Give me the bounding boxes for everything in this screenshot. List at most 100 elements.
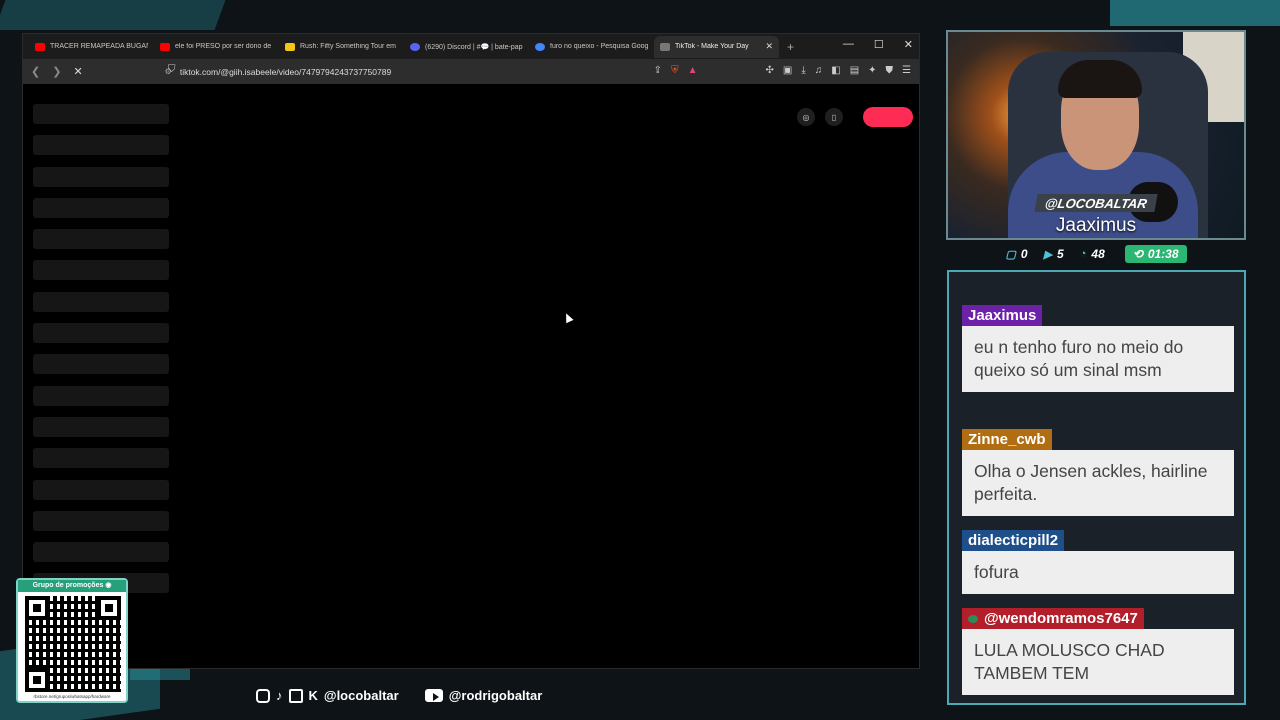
url-text[interactable]: tiktok.com/@giih.isabeele/video/74797942… [180,67,391,77]
close-window-button[interactable]: ✕ [904,38,913,51]
extensions-icon[interactable]: ✣ [765,65,773,76]
skeleton-item [33,448,169,469]
chat-message: @wendomramos7647 LULA MOLUSCO CHAD TAMBE… [962,608,1234,695]
skeleton-item [33,416,169,437]
tab-title: ele foi PRESO por ser dono de u [175,43,273,50]
chat-message: Jaaximus eu n tenho furo no meio do quei… [962,305,1234,392]
handle-locobaltar: @locobaltar [323,688,399,703]
badge-icon [968,615,978,624]
skeleton-item [33,229,169,250]
tab-title: furo no queixo - Pesquisa Googl [550,43,648,50]
tab-title: TikTok - Make Your Day [675,43,749,50]
loading-skeleton-list [33,104,169,605]
chat-message: dialecticpill2 fofura [962,530,1234,594]
vpn-icon[interactable]: ⛊ [886,65,894,76]
sidebar-icon[interactable]: ◧ [831,65,840,76]
clock-icon: ⟲ [1132,247,1143,261]
chat-icon: ▢ [1005,248,1016,261]
back-icon[interactable]: ❮ [31,65,40,78]
leo-icon[interactable]: ✦ [868,65,876,76]
tab[interactable]: TRACER REMAPEADA BUGANDO [29,36,154,58]
streamer-hair [1058,60,1142,98]
maximize-button[interactable]: ☐ [874,38,884,51]
chatter-name: Jaaximus [1055,215,1137,236]
stat-timer: ⟲ 01:38 [1124,245,1187,263]
chat-username: Zinne_cwb [962,429,1052,450]
stat-viewers: ◔ 48 [1080,247,1105,261]
minimize-button[interactable]: — [843,38,854,51]
tiktok-icon: ♪ [276,688,283,703]
skeleton-item [33,479,169,500]
social-handles: ♪ K @locobaltar @rodrigobaltar [256,688,542,703]
qr-header-text: Grupo de promoções [32,582,104,589]
share-icon[interactable]: ⇪ [654,65,662,76]
qr-finder [97,596,121,620]
skeleton-item [33,166,169,187]
stat-messages: ▢ 0 [1005,247,1027,261]
chat-username: dialecticpill2 [962,530,1065,551]
chat-panel: Jaaximus eu n tenho furo no meio do quei… [947,270,1246,705]
rewards-icon[interactable]: ▲ [688,65,698,76]
tiktok-icon [660,42,670,51]
brave-shield-icon[interactable]: ⛨ [671,65,679,76]
stop-loading-icon[interactable]: ✕ [73,65,82,78]
youtube-icon [160,42,170,51]
page-content: ◎ ▯ [23,84,919,668]
messages-count: 0 [1020,247,1028,261]
videos-count: 5 [1057,247,1064,261]
tab-title: TRACER REMAPEADA BUGANDO [50,43,148,50]
chat-text: Olha o Jensen ackles, hairline perfeita. [962,450,1234,516]
discord-icon [410,42,420,51]
media-icon[interactable]: ♫ [815,65,823,76]
page-icon [285,42,295,51]
qr-code-card: Grupo de promoções ◉ rbstore.net/grupos/… [16,578,128,703]
chat-username-row: @wendomramos7647 [962,608,1144,629]
toolbar-icons: ⇪ ⛨ ▲ ✣ ▣ ⤓ ♫ ◧ ▤ ✦ ⛊ ☰ [654,65,911,76]
tab[interactable]: ele foi PRESO por ser dono de u [154,36,279,58]
menu-icon[interactable]: ☰ [902,65,911,76]
chat-message: Zinne_cwb Olha o Jensen ackles, hairline… [962,429,1234,516]
tiktok-header-tools: ◎ ▯ [797,107,913,127]
phone-icon[interactable]: ▯ [825,108,843,126]
streamer-handle: @LOCOBALTAR [1034,194,1158,212]
close-tab-icon[interactable]: ✕ [765,41,773,52]
compass-icon[interactable]: ◎ [797,108,815,126]
qr-header: Grupo de promoções ◉ [18,580,126,592]
tab-title: Rush: Fifty Something Tour em 2 [300,43,398,50]
background-accent [1110,0,1280,26]
viewers-icon: ◔ [1079,248,1087,260]
qr-code [25,596,121,692]
whatsapp-icon: ◉ [105,582,112,589]
stream-stats: ▢ 0 ▶ 5 ◔ 48 ⟲ 01:38 [946,243,1246,265]
qr-finder [25,596,49,620]
chat-text: fofura [962,551,1234,594]
skeleton-item [33,104,169,124]
chat-username: Jaaximus [962,305,1043,326]
background-accent [0,0,226,30]
download-icon[interactable]: ⤓ [801,65,805,76]
mouse-cursor [562,311,574,324]
tab[interactable]: furo no queixo - Pesquisa Googl [529,36,654,58]
wallet-icon[interactable]: ▤ [850,65,859,76]
forward-icon[interactable]: ❯ [52,65,61,78]
window-controls: — ☐ ✕ [843,38,913,51]
skeleton-item [33,260,169,281]
tab-bar: TRACER REMAPEADA BUGANDO ele foi PRESO p… [23,34,919,59]
twitch-icon [288,688,303,703]
tab-title: (6290) Discord | #💬 | bate-papo [425,43,523,51]
skeleton-item [33,197,169,218]
skeleton-item [33,323,169,344]
screenshot-icon[interactable]: ▣ [783,65,792,76]
youtube-icon [424,689,443,702]
tab[interactable]: Rush: Fifty Something Tour em 2 [279,36,404,58]
bookmark-icon[interactable]: ⛉ [168,64,176,75]
handle-rodrigobaltar: @rodrigobaltar [448,688,543,703]
new-tab-button[interactable]: + [787,40,794,54]
kick-icon: K [308,688,318,703]
tab-active[interactable]: TikTok - Make Your Day ✕ [654,35,779,58]
tab[interactable]: (6290) Discord | #💬 | bate-papo [404,36,529,58]
timer-value: 01:38 [1147,247,1179,261]
skeleton-item [33,354,169,375]
url-field[interactable]: ⚙ tiktok.com/@giih.isabeele/video/747979… [165,67,392,77]
login-button[interactable] [863,107,913,127]
